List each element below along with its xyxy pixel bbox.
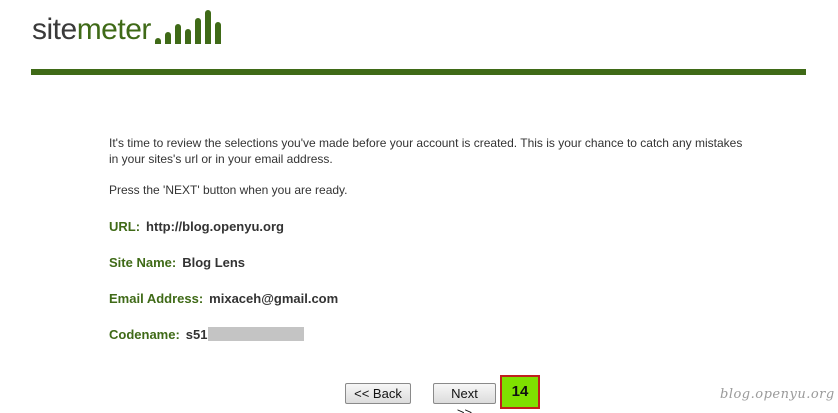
sitemeter-logo: site meter <box>32 10 225 50</box>
email-row: Email Address: mixaceh@gmail.com <box>109 291 338 306</box>
watermark-text: blog.openyu.org <box>720 387 835 402</box>
next-button[interactable]: Next >> <box>433 383 496 413</box>
codename-value: s51 <box>185 327 208 342</box>
step-number-badge: 14 <box>500 375 540 409</box>
url-label: URL: <box>109 219 141 234</box>
email-value: mixaceh@gmail.com <box>209 291 339 306</box>
logo-text-site: site <box>32 13 77 46</box>
url-row: URL: http://blog.openyu.org <box>109 219 284 234</box>
intro-text: It's time to review the selections you'v… <box>109 136 743 166</box>
back-button[interactable]: << Back <box>345 383 411 404</box>
url-value: http://blog.openyu.org <box>146 219 284 234</box>
site-name-label: Site Name: <box>109 255 177 270</box>
logo-text-meter: meter <box>76 13 152 46</box>
codename-label: Codename: <box>109 327 180 342</box>
header-divider <box>31 69 806 75</box>
site-name-value: Blog Lens <box>182 255 246 270</box>
site-name-row: Site Name: Blog Lens <box>109 255 245 270</box>
email-label: Email Address: <box>109 291 204 306</box>
redaction-block <box>207 327 304 341</box>
codename-row: Codename: s51 <box>109 327 304 342</box>
signup-review-page: site meter It's time to review the selec… <box>0 0 838 413</box>
instruction-text: Press the 'NEXT' button when you are rea… <box>109 183 348 197</box>
bar-chart-icon <box>153 10 225 50</box>
review-text: It's time to review the selections you'v… <box>109 135 749 198</box>
